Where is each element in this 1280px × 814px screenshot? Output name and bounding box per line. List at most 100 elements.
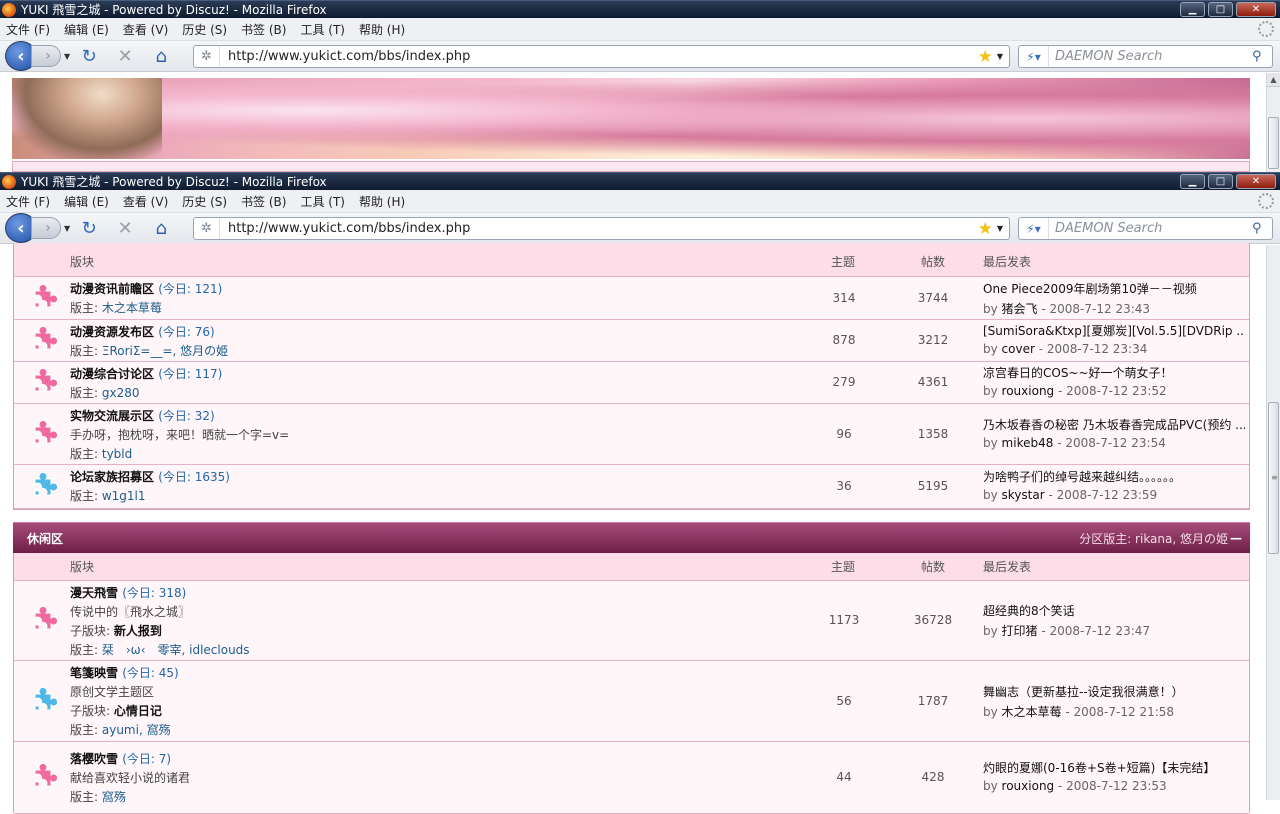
- last-post-user[interactable]: rouxiong: [1002, 779, 1055, 793]
- scrollbar[interactable]: ≡: [1266, 245, 1280, 800]
- forum-name[interactable]: 漫天飛雪 (今日: 318): [70, 584, 186, 601]
- last-post-user[interactable]: cover: [1002, 342, 1035, 356]
- last-post-title[interactable]: 为啥鸭子们的绰号越来越纠结。。。。。。: [983, 468, 1245, 485]
- minimize-button[interactable]: ▁: [1180, 2, 1205, 17]
- forum-name-text[interactable]: 论坛家族招募区: [70, 470, 154, 484]
- last-post-user[interactable]: 猪会飞: [1002, 302, 1038, 316]
- last-post-title[interactable]: 凉宫春日的COS~~好一个萌女子！: [983, 364, 1245, 381]
- minimize-button[interactable]: ▁: [1180, 174, 1205, 189]
- scroll-up-arrow[interactable]: ▲: [1267, 73, 1280, 87]
- forum-name[interactable]: 论坛家族招募区 (今日: 1635): [70, 468, 230, 485]
- forum-name-text[interactable]: 实物交流展示区: [70, 409, 154, 423]
- subforum-link[interactable]: 心情日记: [114, 704, 162, 718]
- bookmark-star-icon[interactable]: ★: [978, 219, 993, 239]
- menu-bookmarks[interactable]: 书签 (B): [241, 21, 286, 38]
- forum-name-text[interactable]: 动漫综合讨论区: [70, 367, 154, 381]
- stop-icon[interactable]: ✕: [114, 217, 136, 239]
- menu-edit[interactable]: 编辑 (E): [64, 193, 109, 210]
- forward-button[interactable]: ›: [31, 217, 61, 239]
- last-post-title[interactable]: 灼眼的夏娜(0-16卷+S卷+短篇)【未完结】: [983, 759, 1245, 776]
- last-post-title[interactable]: One Piece2009年剧场第10弹－－视频: [983, 280, 1245, 297]
- last-post-title[interactable]: 舞幽志（更新基拉--设定我很满意！）: [983, 683, 1245, 700]
- last-post-user[interactable]: rouxiong: [1002, 384, 1055, 398]
- col-forum: 版块: [70, 560, 95, 574]
- last-post-title[interactable]: 超经典的8个笑话: [983, 602, 1245, 619]
- forum-name[interactable]: 笔箋映雪 (今日: 45): [70, 664, 179, 681]
- last-post-title[interactable]: [SumiSora&Ktxp][夏娜炭][Vol.5.5][DVDRip ...: [983, 322, 1245, 339]
- last-post-user[interactable]: 木之本草莓: [1002, 705, 1062, 719]
- forum-name[interactable]: 动漫综合讨论区 (今日: 117): [70, 365, 222, 382]
- menu-edit[interactable]: 编辑 (E): [64, 21, 109, 38]
- forum-name[interactable]: 动漫资讯前瞻区 (今日: 121): [70, 280, 222, 297]
- moderator-links[interactable]: 木之本草莓: [102, 301, 162, 315]
- search-engine-icon[interactable]: ⚡▾: [1019, 218, 1049, 239]
- last-post-user[interactable]: skystar: [1002, 488, 1045, 502]
- site-identity-icon[interactable]: ✲: [194, 46, 220, 67]
- forum-name[interactable]: 实物交流展示区 (今日: 32): [70, 407, 215, 424]
- search-placeholder[interactable]: DAEMON Search: [1049, 49, 1252, 64]
- subforum-link[interactable]: 新人报到: [114, 624, 162, 638]
- moderator-links[interactable]: 栞 ›ω‹ 零宰, idleclouds: [102, 643, 250, 657]
- search-engine-icon[interactable]: ⚡▾: [1019, 46, 1049, 67]
- url-bar[interactable]: ✲ http://www.yukict.com/bbs/index.php ★ …: [193, 217, 1010, 240]
- menu-view[interactable]: 查看 (V): [123, 193, 168, 210]
- search-bar[interactable]: ⚡▾ DAEMON Search ⚲: [1018, 45, 1273, 68]
- collapse-icon[interactable]: —: [1230, 531, 1242, 545]
- forward-button[interactable]: ›: [31, 45, 61, 67]
- menu-file[interactable]: 文件 (F): [6, 21, 50, 38]
- url-text[interactable]: http://www.yukict.com/bbs/index.php: [220, 49, 978, 64]
- maximize-button[interactable]: □: [1208, 2, 1233, 17]
- last-post-user[interactable]: 打印猪: [1002, 624, 1038, 638]
- forum-name-text[interactable]: 漫天飛雪: [70, 586, 118, 600]
- history-dropdown-icon[interactable]: ▼: [64, 52, 70, 61]
- bookmark-star-icon[interactable]: ★: [978, 47, 993, 67]
- moderator-links[interactable]: 窩殇: [102, 790, 126, 804]
- scroll-thumb[interactable]: [1268, 117, 1279, 169]
- scroll-thumb[interactable]: ≡: [1268, 402, 1279, 554]
- url-bar[interactable]: ✲ http://www.yukict.com/bbs/index.php ★ …: [193, 45, 1010, 68]
- last-post-user[interactable]: mikeb48: [1002, 436, 1054, 450]
- forum-name[interactable]: 落樱吹雪 (今日: 7): [70, 750, 171, 767]
- menu-history[interactable]: 历史 (S): [182, 21, 227, 38]
- search-placeholder[interactable]: DAEMON Search: [1049, 221, 1252, 236]
- reload-icon[interactable]: ↻: [78, 217, 100, 239]
- forum-name-text[interactable]: 落樱吹雪: [70, 752, 118, 766]
- url-dropdown-icon[interactable]: ▼: [997, 52, 1003, 61]
- menu-bookmarks[interactable]: 书签 (B): [241, 193, 286, 210]
- moderator-links[interactable]: w1g1l1: [102, 489, 146, 503]
- forum-name-text[interactable]: 动漫资源发布区: [70, 325, 154, 339]
- forum-name[interactable]: 动漫资源发布区 (今日: 76): [70, 323, 215, 340]
- site-identity-icon[interactable]: ✲: [194, 218, 220, 239]
- menu-tools[interactable]: 工具 (T): [300, 21, 345, 38]
- url-text[interactable]: http://www.yukict.com/bbs/index.php: [220, 221, 978, 236]
- menu-history[interactable]: 历史 (S): [182, 193, 227, 210]
- maximize-button[interactable]: □: [1208, 174, 1233, 189]
- moderator-links[interactable]: gx280: [102, 386, 140, 400]
- scrollbar-back[interactable]: ▲: [1266, 73, 1280, 172]
- close-button[interactable]: ✕: [1236, 2, 1276, 17]
- menu-help[interactable]: 帮助 (H): [359, 21, 405, 38]
- forum-name-text[interactable]: 动漫资讯前瞻区: [70, 282, 154, 296]
- moderator-links[interactable]: tybld: [102, 447, 132, 461]
- moderator-links[interactable]: ΞRoriΣ=__=, 悠月の姫: [102, 344, 228, 358]
- home-icon[interactable]: ⌂: [150, 45, 172, 67]
- search-icon[interactable]: ⚲: [1252, 221, 1272, 236]
- menu-view[interactable]: 查看 (V): [123, 21, 168, 38]
- last-post-title[interactable]: 乃木坂春香の秘密 乃木坂春香完成品PVC(预约 ...: [983, 416, 1245, 433]
- forum-name-text[interactable]: 笔箋映雪: [70, 666, 118, 680]
- moderator-links[interactable]: ayumi, 窩殇: [102, 723, 171, 737]
- url-dropdown-icon[interactable]: ▼: [997, 224, 1003, 233]
- forum-row: 实物交流展示区 (今日: 32) 手办呀，抱枕呀，来吧！晒就一个字=v= 版主: t…: [14, 404, 1249, 465]
- search-bar[interactable]: ⚡▾ DAEMON Search ⚲: [1018, 217, 1273, 240]
- home-icon[interactable]: ⌂: [150, 217, 172, 239]
- stop-icon[interactable]: ✕: [114, 45, 136, 67]
- topic-count: 279: [832, 375, 856, 389]
- menu-help[interactable]: 帮助 (H): [359, 193, 405, 210]
- close-button[interactable]: ✕: [1236, 174, 1276, 189]
- reload-icon[interactable]: ↻: [78, 45, 100, 67]
- section-title[interactable]: 休闲区: [27, 530, 63, 547]
- menu-tools[interactable]: 工具 (T): [300, 193, 345, 210]
- history-dropdown-icon[interactable]: ▼: [64, 224, 70, 233]
- menu-file[interactable]: 文件 (F): [6, 193, 50, 210]
- search-icon[interactable]: ⚲: [1252, 49, 1272, 64]
